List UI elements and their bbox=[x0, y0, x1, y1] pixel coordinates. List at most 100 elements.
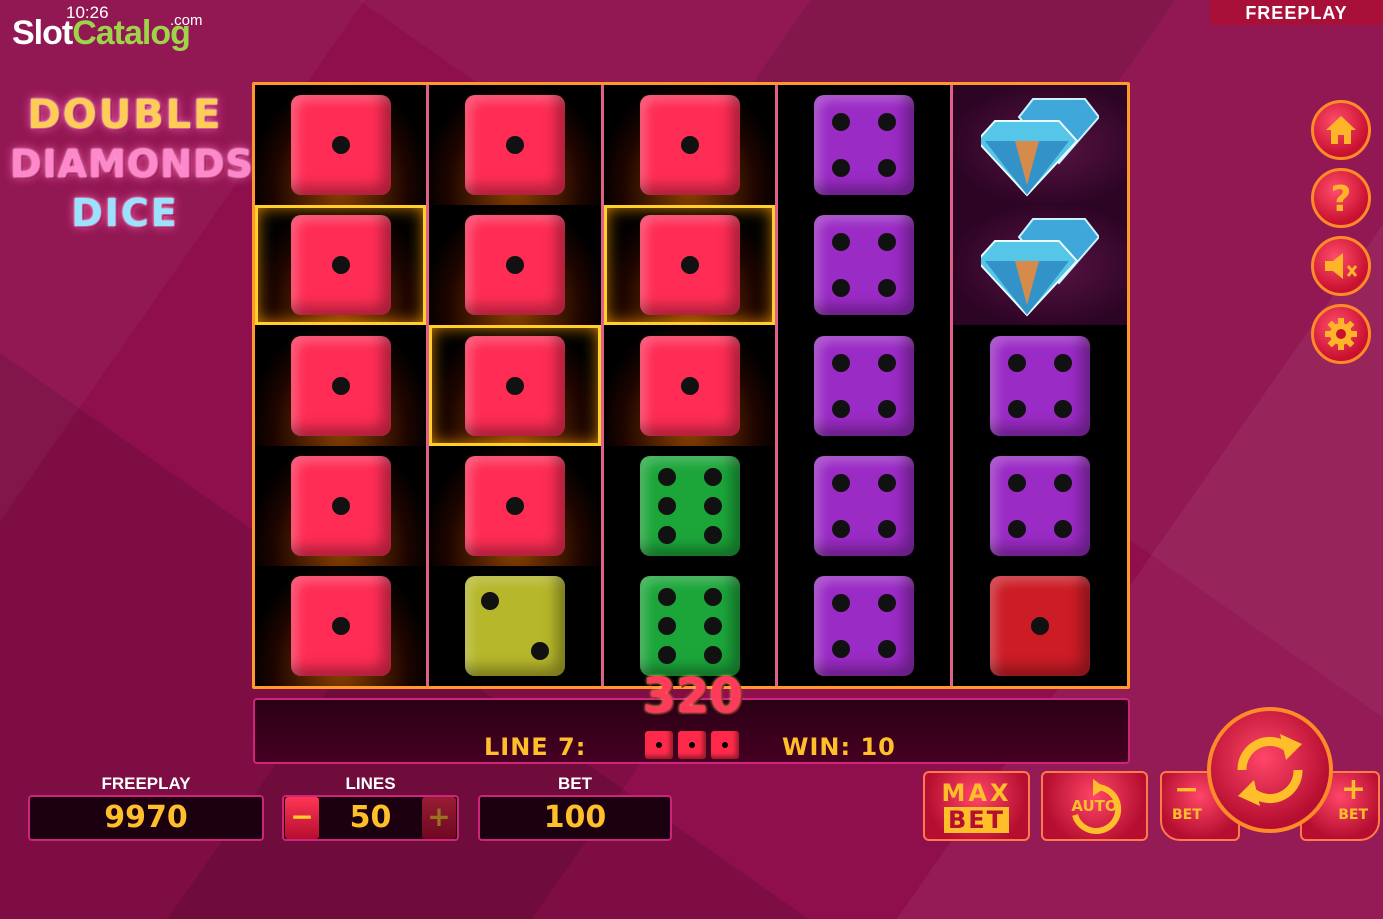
win-amount: 320 bbox=[642, 668, 743, 724]
die-pip bbox=[1053, 399, 1072, 418]
home-button[interactable] bbox=[1311, 100, 1371, 160]
die-pip bbox=[703, 587, 722, 606]
die-pip bbox=[1007, 399, 1026, 418]
autoplay-button[interactable]: AUTO bbox=[1041, 771, 1148, 841]
die-pip bbox=[877, 473, 896, 492]
die-pip bbox=[1007, 353, 1026, 372]
die-pip bbox=[680, 256, 699, 275]
logo-suffix: .com bbox=[170, 12, 203, 29]
help-icon: ? bbox=[1331, 179, 1352, 217]
reel-cell bbox=[953, 566, 1127, 686]
red-die-1-symbol bbox=[290, 335, 391, 436]
site-logo: SlotCatalog .com bbox=[12, 12, 203, 53]
red-die-1-symbol bbox=[290, 575, 391, 676]
reel-cell bbox=[429, 325, 601, 446]
die-pip bbox=[481, 591, 500, 610]
purple-die-4-symbol bbox=[813, 575, 914, 676]
die-pip bbox=[877, 593, 896, 612]
die-pip bbox=[1007, 473, 1026, 492]
die-pip bbox=[657, 467, 676, 486]
die-pip bbox=[877, 279, 896, 298]
reel-cell bbox=[778, 85, 949, 205]
line-symbol-2 bbox=[678, 731, 706, 759]
freeplay-banner: FREEPLAY bbox=[1210, 0, 1383, 25]
die-pip bbox=[1053, 519, 1072, 538]
die-pip bbox=[331, 136, 350, 155]
die-pip bbox=[680, 136, 699, 155]
reel-4 bbox=[778, 85, 953, 686]
max-bet-line2: BET bbox=[943, 807, 1010, 833]
balance-value: 9970 bbox=[28, 795, 264, 841]
purple-die-4-symbol bbox=[989, 455, 1090, 556]
die-pip bbox=[657, 525, 676, 544]
die-pip bbox=[506, 496, 525, 515]
die-pip bbox=[331, 256, 350, 275]
balance-label: FREEPLAY bbox=[101, 774, 191, 793]
purple-die-4-symbol bbox=[813, 455, 914, 556]
reel-cell bbox=[778, 446, 949, 566]
green-die-6-symbol bbox=[639, 455, 740, 556]
sound-muted-icon bbox=[1325, 253, 1358, 279]
yellow-die-2-symbol bbox=[465, 575, 566, 676]
line-symbol-1 bbox=[645, 731, 673, 759]
die-pip bbox=[531, 641, 550, 660]
game-title-line3: DICE bbox=[71, 191, 179, 235]
die-pip bbox=[831, 639, 850, 658]
red-die-1-symbol bbox=[465, 95, 566, 196]
red-die-1-symbol bbox=[290, 455, 391, 556]
die-pip bbox=[831, 113, 850, 132]
logo-part1: Slot bbox=[12, 14, 73, 52]
die-pip bbox=[831, 519, 850, 538]
reel-3 bbox=[603, 85, 779, 686]
red-die-1-symbol bbox=[639, 335, 740, 436]
die-pip bbox=[877, 233, 896, 252]
reel-cell bbox=[778, 325, 949, 445]
green-die-6-symbol bbox=[639, 575, 740, 676]
spin-arrows-icon bbox=[1237, 734, 1303, 806]
help-button[interactable]: ? bbox=[1311, 168, 1371, 228]
line-win-label: WIN: 10 bbox=[782, 733, 896, 761]
lines-plus-button[interactable]: + bbox=[422, 797, 456, 839]
max-bet-button[interactable]: MAX BET bbox=[923, 771, 1030, 841]
gear-icon bbox=[1325, 318, 1357, 350]
purple-die-4-symbol bbox=[989, 335, 1090, 436]
lines-minus-button[interactable]: − bbox=[285, 797, 319, 839]
red-die-1-symbol bbox=[290, 95, 391, 196]
settings-button[interactable] bbox=[1311, 304, 1371, 364]
reel-cell bbox=[255, 565, 427, 687]
reel-cell bbox=[603, 205, 776, 326]
die-pip bbox=[831, 159, 850, 178]
die-pip bbox=[831, 233, 850, 252]
die-pip bbox=[657, 645, 676, 664]
sound-button[interactable] bbox=[1311, 236, 1371, 296]
die-pip bbox=[703, 645, 722, 664]
purple-die-4-symbol bbox=[813, 215, 914, 316]
reel-cell bbox=[429, 85, 601, 206]
reel-cell bbox=[255, 85, 427, 206]
die-pip bbox=[1053, 473, 1072, 492]
die-pip bbox=[1007, 519, 1026, 538]
bet-value: 100 bbox=[478, 795, 672, 841]
reel-1 bbox=[255, 85, 430, 687]
die-pip bbox=[831, 593, 850, 612]
red-die-1-symbol bbox=[465, 335, 566, 436]
home-icon bbox=[1326, 116, 1356, 144]
reel-cell bbox=[429, 205, 601, 326]
die-pip bbox=[831, 399, 850, 418]
die-pip bbox=[506, 376, 525, 395]
die-pip bbox=[703, 467, 722, 486]
die-pip bbox=[680, 376, 699, 395]
reel-cell bbox=[255, 325, 427, 446]
reel-cell bbox=[778, 205, 949, 325]
red-die-1-symbol bbox=[639, 215, 740, 316]
double-diamond-symbol bbox=[980, 218, 1099, 317]
red-die-1-symbol bbox=[639, 95, 740, 196]
reel-cell bbox=[952, 205, 1128, 326]
die-pip bbox=[877, 353, 896, 372]
svg-text:?: ? bbox=[1331, 179, 1352, 217]
red-die-1-symbol bbox=[290, 215, 391, 316]
game-title-line2: DIAMONDS bbox=[10, 142, 254, 186]
die-pip bbox=[331, 376, 350, 395]
spin-button[interactable] bbox=[1207, 707, 1333, 833]
reel-cell bbox=[255, 445, 427, 566]
